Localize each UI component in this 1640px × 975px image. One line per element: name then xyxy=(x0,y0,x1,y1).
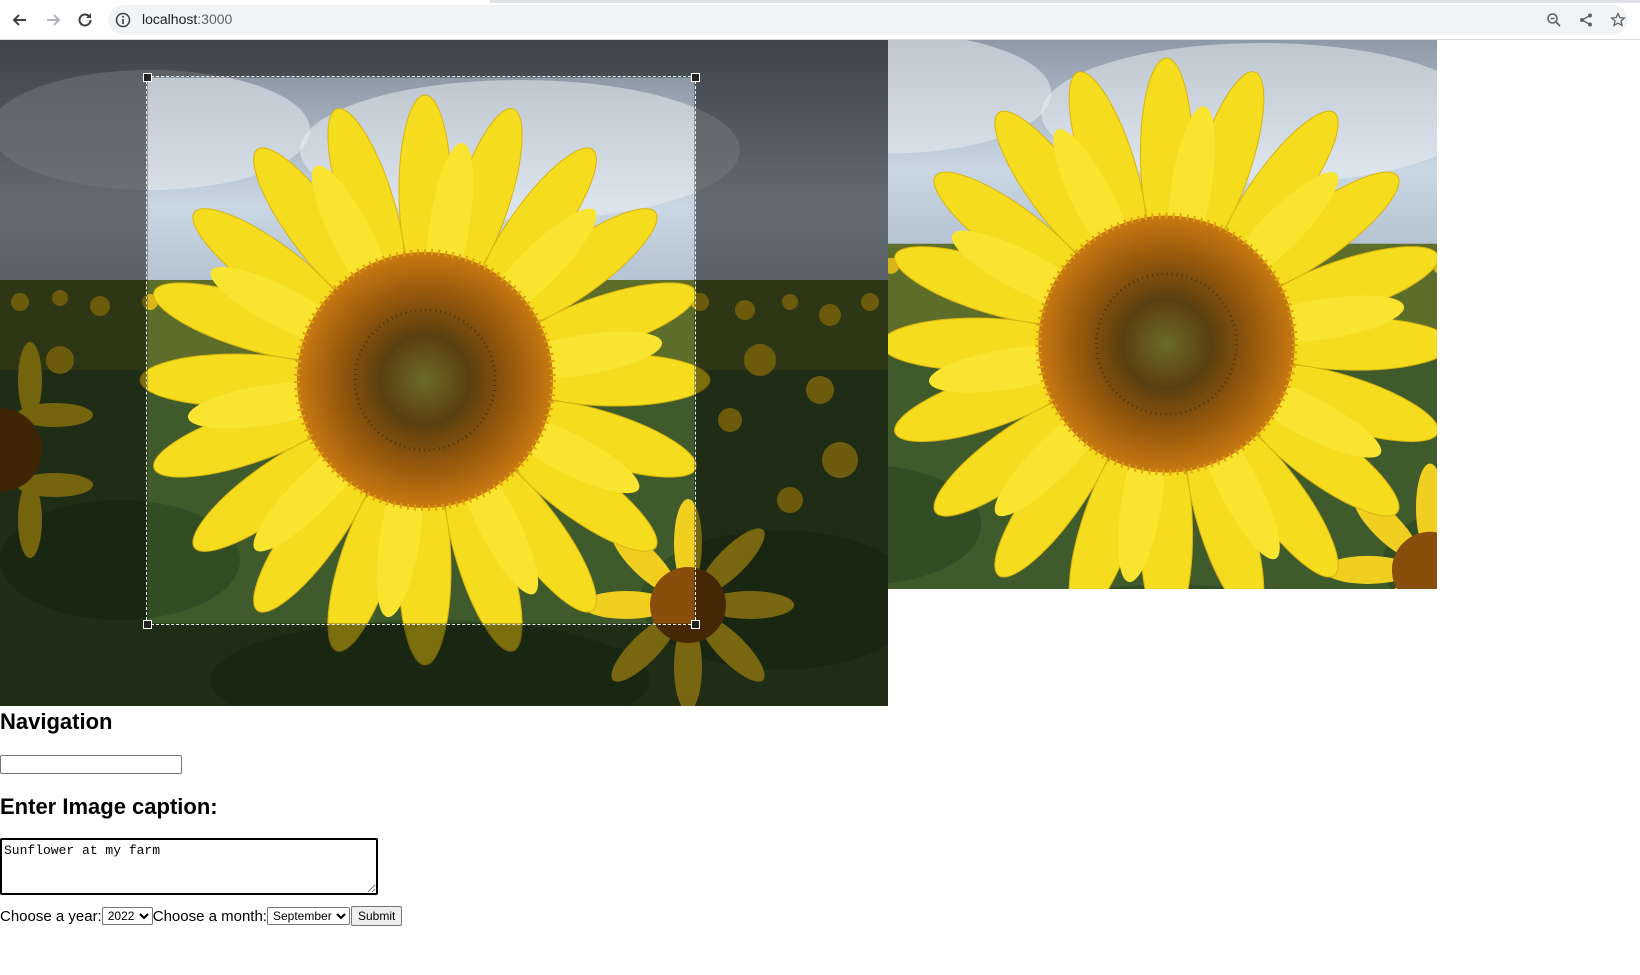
forward-arrow-icon[interactable] xyxy=(43,10,63,30)
bookmark-star-icon[interactable] xyxy=(1608,10,1628,30)
year-select[interactable]: 2022 xyxy=(101,907,153,925)
cropped-preview-image xyxy=(888,40,1437,589)
share-icon[interactable] xyxy=(1576,10,1596,30)
reload-icon[interactable] xyxy=(75,10,95,30)
crop-handle-top-right[interactable] xyxy=(691,73,700,82)
address-bar[interactable] xyxy=(108,5,1628,35)
crop-selection-border[interactable] xyxy=(146,76,696,625)
month-label: Choose a month: xyxy=(152,907,267,925)
active-tab-edge[interactable] xyxy=(0,0,490,3)
back-arrow-icon[interactable] xyxy=(10,10,30,30)
url-text[interactable]: localhost:3000 xyxy=(142,11,232,27)
year-label: Choose a year: xyxy=(0,907,102,925)
navigation-input[interactable] xyxy=(0,755,182,774)
site-info-icon[interactable] xyxy=(114,11,132,29)
submit-button[interactable]: Submit xyxy=(350,906,403,926)
url-port: :3000 xyxy=(197,11,233,27)
caption-heading: Enter Image caption: xyxy=(0,794,218,819)
url-host: localhost xyxy=(142,11,198,27)
crop-handle-bottom-right[interactable] xyxy=(691,620,700,629)
crop-handle-bottom-left[interactable] xyxy=(143,620,152,629)
date-form-row: Choose a year: 2022 Choose a month: Sept… xyxy=(0,905,403,927)
tab-strip xyxy=(0,0,1640,3)
crop-handle-top-left[interactable] xyxy=(143,73,152,82)
browser-toolbar: localhost:3000 xyxy=(0,0,1640,40)
navigation-heading: Navigation xyxy=(0,709,113,734)
zoom-icon[interactable] xyxy=(1544,10,1564,30)
image-caption-textarea[interactable]: Sunflower at my farm xyxy=(0,838,378,895)
month-select[interactable]: September xyxy=(266,907,350,925)
